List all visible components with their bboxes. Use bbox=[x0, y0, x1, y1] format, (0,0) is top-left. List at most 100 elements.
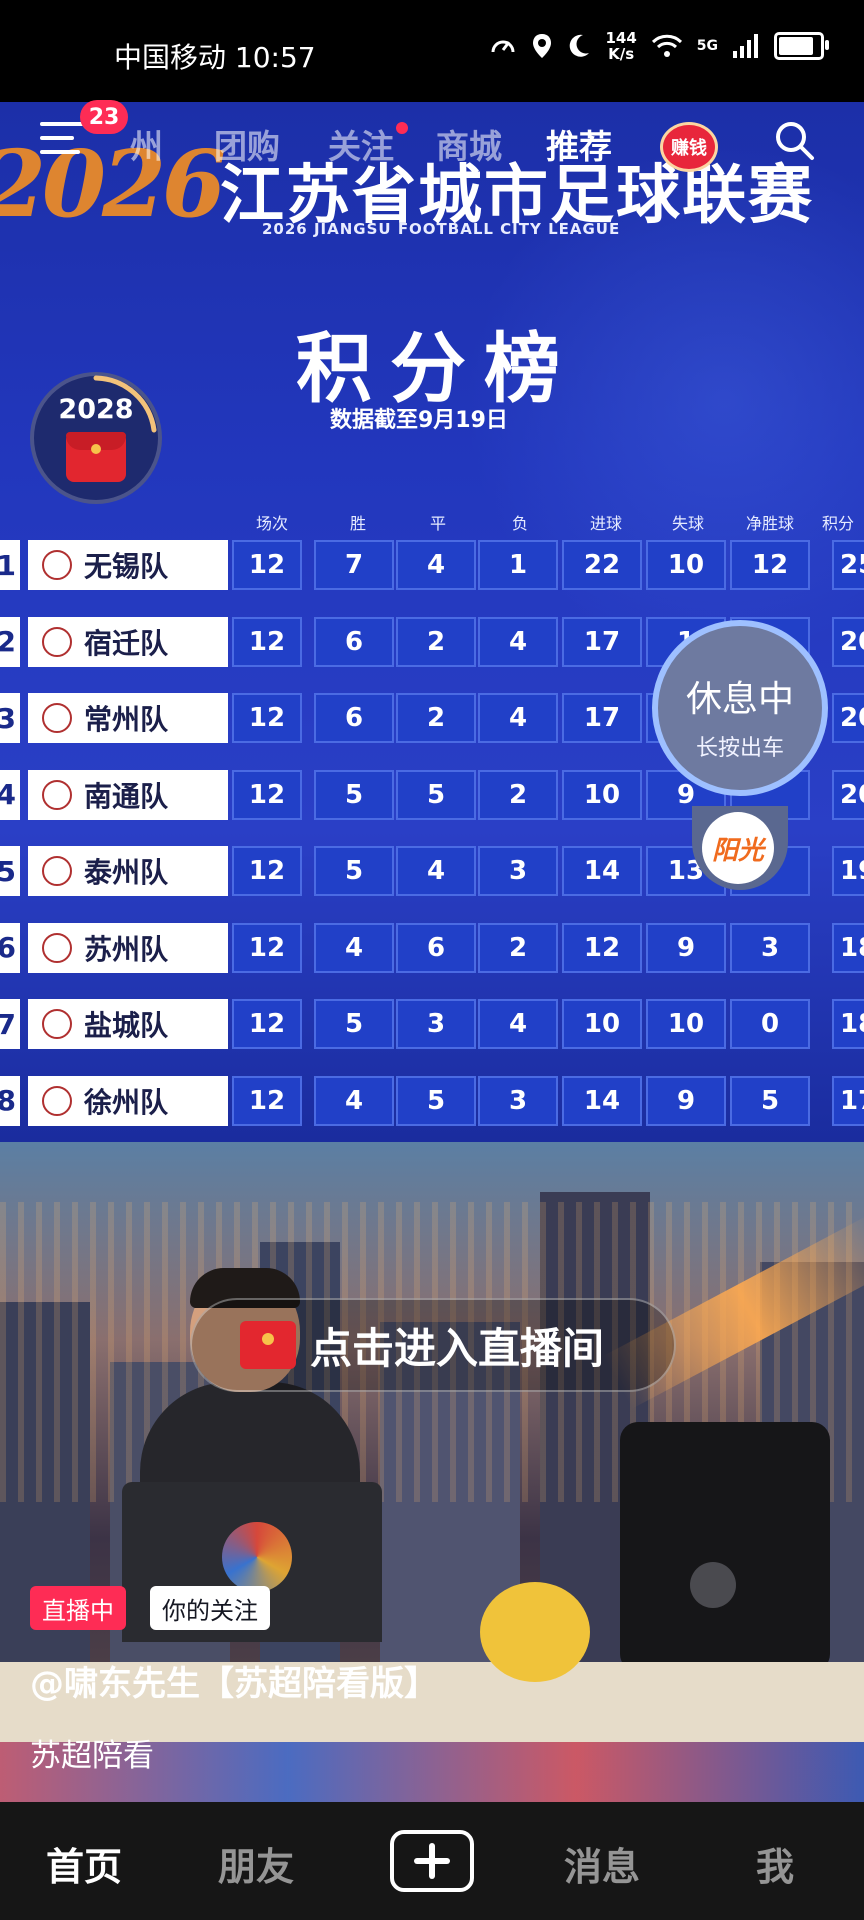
points-cell: 18 bbox=[832, 922, 864, 973]
goals-against-cell: 9 bbox=[646, 922, 726, 973]
goal-diff-cell: 12 bbox=[730, 540, 810, 590]
rest-hint: 长按出车 bbox=[695, 736, 784, 761]
red-packet-widget[interactable]: 2028 bbox=[30, 372, 162, 504]
sunshine-logo-icon: 阳光 bbox=[702, 812, 774, 884]
enter-live-label: 点击进入直播间 bbox=[310, 1323, 605, 1373]
draws-cell: 4 bbox=[396, 540, 476, 590]
team-name: 苏州队 bbox=[84, 932, 169, 966]
red-envelope-icon bbox=[66, 432, 126, 482]
wins-cell: 4 bbox=[314, 922, 394, 973]
played-cell: 12 bbox=[232, 1075, 302, 1126]
col-goals-for: 进球 bbox=[589, 514, 622, 533]
team-name: 无锡队 bbox=[84, 550, 169, 583]
rank: 1 bbox=[0, 540, 20, 590]
create-post-button[interactable] bbox=[390, 1830, 474, 1892]
goals-for-cell: 10 bbox=[562, 769, 642, 820]
goal-diff-cell: 5 bbox=[730, 1075, 810, 1126]
microphone bbox=[690, 1562, 736, 1608]
team-name: 常州队 bbox=[84, 703, 169, 736]
tab-friends[interactable]: 朋友 bbox=[218, 1836, 294, 1891]
tab-city[interactable]: 州 bbox=[130, 120, 163, 168]
rank: 2 bbox=[0, 616, 20, 667]
location-icon bbox=[533, 34, 552, 58]
rank: 8 bbox=[0, 1075, 20, 1126]
played-cell: 12 bbox=[232, 846, 302, 896]
tab-me[interactable]: 我 bbox=[756, 1836, 794, 1891]
tab-messages[interactable]: 消息 bbox=[564, 1836, 640, 1891]
league-subtitle: 2026 JIANGSU FOOTBALL CITY LEAGUE bbox=[262, 220, 621, 238]
team-crest-icon bbox=[42, 626, 72, 657]
played-cell: 12 bbox=[232, 999, 302, 1049]
team-crest-icon bbox=[42, 1009, 72, 1039]
draws-cell: 5 bbox=[396, 769, 476, 820]
status-bar: 中国移动 10:57 144 K/s 5G bbox=[0, 0, 864, 102]
col-draws: 平 bbox=[429, 514, 446, 533]
wins-cell: 4 bbox=[314, 1075, 394, 1126]
top-nav: 23 州 团购 关注 商城 推荐 赚钱 bbox=[0, 100, 864, 182]
league-logo-icon bbox=[222, 1522, 292, 1592]
notification-badge: 23 bbox=[80, 100, 128, 134]
goals-for-cell: 10 bbox=[562, 999, 642, 1049]
rank: 3 bbox=[0, 693, 20, 743]
losses-cell: 3 bbox=[478, 846, 558, 896]
tab-group-buy[interactable]: 团购 bbox=[214, 120, 280, 168]
carrier-time: 中国移动 10:57 bbox=[114, 41, 316, 74]
losses-cell: 1 bbox=[478, 540, 558, 590]
tab-following[interactable]: 关注 bbox=[328, 120, 408, 168]
points-cell: 20 bbox=[832, 693, 864, 743]
goals-for-cell: 17 bbox=[562, 616, 642, 667]
played-cell: 12 bbox=[232, 922, 302, 973]
goals-for-cell: 22 bbox=[562, 540, 642, 590]
goals-against-cell: 10 bbox=[646, 999, 726, 1049]
author-name[interactable]: @啸东先生【苏超陪看版】 bbox=[30, 1656, 438, 1705]
draws-cell: 3 bbox=[396, 999, 476, 1049]
signal-icon bbox=[733, 34, 758, 58]
losses-cell: 4 bbox=[478, 999, 558, 1049]
col-goal-diff: 净胜球 bbox=[745, 514, 794, 533]
wins-cell: 6 bbox=[314, 693, 394, 743]
team-crest-icon bbox=[42, 703, 72, 733]
goal-diff-cell: 3 bbox=[730, 922, 810, 973]
speedometer-icon bbox=[491, 40, 515, 53]
team-name: 宿迁队 bbox=[84, 626, 169, 660]
points-cell: 19 bbox=[832, 846, 864, 896]
points-cell: 25 bbox=[832, 540, 864, 590]
standings-row: 8徐州队12453149517 bbox=[0, 1075, 864, 1126]
wins-cell: 5 bbox=[314, 999, 394, 1049]
points-cell: 17 bbox=[832, 1075, 864, 1126]
wins-cell: 7 bbox=[314, 540, 394, 590]
team-crest-icon bbox=[42, 856, 72, 886]
earn-money-button[interactable]: 赚钱 bbox=[660, 122, 718, 172]
wins-cell: 5 bbox=[314, 769, 394, 820]
played-cell: 12 bbox=[232, 540, 302, 590]
goals-for-cell: 14 bbox=[562, 846, 642, 896]
team-name: 盐城队 bbox=[84, 1009, 169, 1042]
tab-mall[interactable]: 商城 bbox=[436, 120, 502, 168]
draws-cell: 6 bbox=[396, 922, 476, 973]
chair bbox=[620, 1422, 830, 1672]
mascot-plush bbox=[480, 1582, 590, 1682]
tab-home[interactable]: 首页 bbox=[46, 1836, 122, 1891]
standings-title: 积分榜 bbox=[296, 324, 578, 413]
team-cell: 泰州队 bbox=[28, 846, 228, 896]
search-icon[interactable] bbox=[772, 118, 816, 162]
team-cell: 常州队 bbox=[28, 693, 228, 743]
team-cell: 盐城队 bbox=[28, 999, 228, 1049]
rest-widget[interactable]: 休息中 长按出车 bbox=[652, 620, 828, 796]
team-name: 泰州队 bbox=[84, 856, 169, 889]
red-envelope-icon bbox=[240, 1321, 296, 1369]
enter-live-room-button[interactable]: 点击进入直播间 bbox=[190, 1298, 676, 1392]
col-goals-against: 失球 bbox=[671, 514, 704, 533]
team-name: 徐州队 bbox=[84, 1085, 169, 1119]
menu-button[interactable] bbox=[40, 122, 84, 158]
goals-against-cell: 10 bbox=[646, 540, 726, 590]
points-cell: 20 bbox=[832, 769, 864, 820]
team-name: 南通队 bbox=[84, 779, 169, 813]
video-frame[interactable]: 2026 江苏省城市足球联赛 2026 JIANGSU FOOTBALL CIT… bbox=[0, 102, 864, 1142]
draws-cell: 4 bbox=[396, 846, 476, 896]
tab-recommend[interactable]: 推荐 bbox=[546, 120, 612, 168]
points-cell: 18 bbox=[832, 999, 864, 1049]
moon-icon bbox=[570, 34, 590, 57]
goals-against-cell: 9 bbox=[646, 1075, 726, 1126]
red-packet-count: 2028 bbox=[58, 394, 134, 425]
